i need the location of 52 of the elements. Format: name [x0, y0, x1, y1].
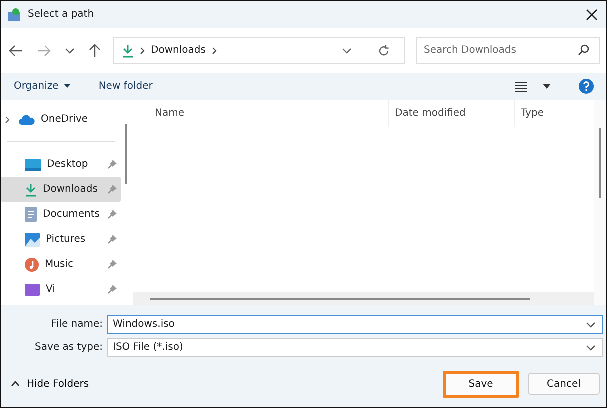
hide-folders-button[interactable]: Hide Folders: [5, 378, 96, 390]
chevron-right-icon[interactable]: [212, 46, 217, 54]
breadcrumb[interactable]: Downloads: [151, 45, 206, 56]
view-list-icon[interactable]: [515, 82, 527, 92]
pin-icon[interactable]: [108, 285, 117, 294]
refresh-icon[interactable]: [378, 44, 390, 56]
chevron-right-icon[interactable]: [4, 116, 10, 124]
sidebar-item[interactable]: Downloads: [1, 177, 121, 202]
sidebar-item[interactable]: OneDrive: [1, 107, 121, 132]
sidebar-item[interactable]: Documents: [1, 202, 121, 227]
picture-icon: [25, 232, 40, 246]
download-icon: [25, 182, 37, 196]
organize-button[interactable]: Organize: [7, 79, 78, 94]
pin-icon[interactable]: [108, 210, 117, 219]
window-title: Select a path: [28, 9, 94, 20]
address-bar[interactable]: Downloads: [113, 37, 405, 64]
cancel-button[interactable]: Cancel: [528, 373, 600, 395]
sidebar-item[interactable]: Pictures: [1, 227, 121, 252]
video-icon: [25, 284, 40, 296]
chevron-down-icon[interactable]: [342, 48, 352, 54]
sidebar-item[interactable]: Desktop: [1, 152, 121, 177]
chevron-down-icon[interactable]: [65, 48, 75, 54]
help-icon[interactable]: [579, 79, 594, 94]
cloud-icon: [19, 114, 35, 124]
download-icon: [122, 44, 134, 58]
column-header[interactable]: Name: [133, 100, 389, 127]
field-label: File name:: [50, 319, 104, 330]
close-icon[interactable]: [586, 8, 598, 20]
pin-icon[interactable]: [108, 260, 117, 269]
search-field[interactable]: Search Downloads: [416, 37, 600, 64]
dropdown-arrow-icon: [64, 84, 71, 88]
desktop-icon: [25, 158, 41, 170]
save-button[interactable]: Save: [443, 370, 519, 398]
sidebar-item[interactable]: Music: [1, 252, 121, 277]
chevron-up-icon: [11, 381, 20, 387]
app-icon: [7, 8, 21, 22]
column-header[interactable]: Date modified: [389, 100, 515, 127]
chevron-right-icon[interactable]: [140, 46, 145, 54]
pin-icon[interactable]: [108, 235, 117, 244]
combo-box[interactable]: ISO File (*.iso): [107, 338, 603, 357]
column-header[interactable]: Type: [515, 100, 594, 127]
document-icon: [25, 207, 37, 222]
sidebar-item[interactable]: Vi: [1, 277, 121, 302]
pin-icon[interactable]: [108, 160, 117, 169]
combo-box[interactable]: Windows.iso: [107, 315, 603, 334]
up-arrow-icon[interactable]: [89, 44, 101, 58]
new-folder-button[interactable]: New folder: [92, 79, 160, 94]
search-icon: [578, 44, 590, 56]
music-icon: [25, 258, 39, 272]
dropdown-arrow-icon[interactable]: [543, 84, 551, 89]
field-label: Save as type:: [34, 342, 104, 353]
back-icon[interactable]: [9, 44, 23, 56]
